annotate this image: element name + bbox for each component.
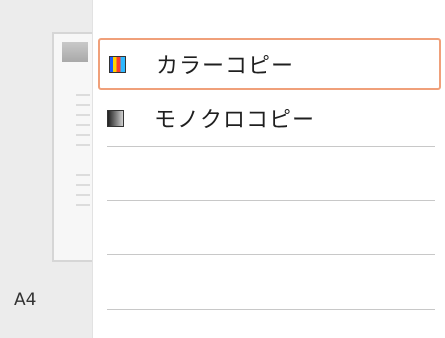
preview-panel: A4 <box>0 0 92 338</box>
list-divider <box>107 146 435 147</box>
list-divider <box>107 309 435 310</box>
preview-text-line <box>76 144 90 146</box>
preview-text-line <box>76 114 90 116</box>
list-divider <box>107 200 435 201</box>
preview-text-line <box>76 204 90 206</box>
copy-mode-screen: A4 カラーコピー モノクロコピー <box>0 0 445 338</box>
color-copy-item[interactable]: カラーコピー <box>98 38 441 90</box>
preview-text-line <box>76 134 90 136</box>
preview-text-line <box>76 94 90 96</box>
preview-text-line <box>76 194 90 196</box>
color-copy-icon <box>109 55 126 73</box>
list-divider <box>107 254 435 255</box>
mono-copy-icon <box>107 109 124 127</box>
mono-copy-label: モノクロコピー <box>154 108 316 133</box>
paper-size-label: A4 <box>14 290 37 310</box>
preview-text-line <box>76 104 90 106</box>
copy-mode-list: カラーコピー モノクロコピー <box>92 0 445 338</box>
preview-text-line <box>76 174 90 176</box>
preview-text-line <box>76 184 90 186</box>
color-copy-label: カラーコピー <box>156 54 295 79</box>
page-preview <box>52 32 92 262</box>
mono-copy-item[interactable]: モノクロコピー <box>98 92 441 144</box>
preview-text-line <box>76 124 90 126</box>
preview-image-icon <box>62 42 88 62</box>
